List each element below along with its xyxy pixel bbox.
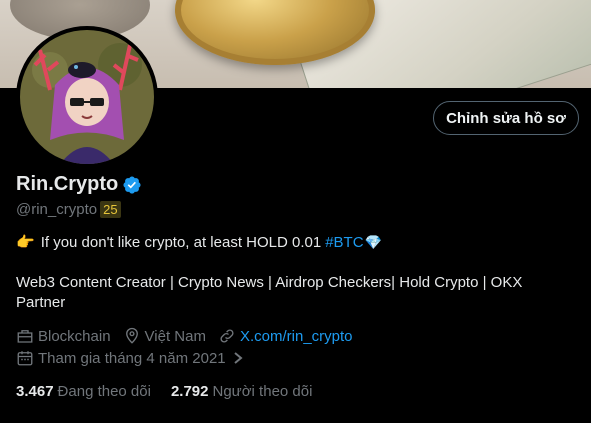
gem-icon: 💎 [364, 233, 382, 250]
profile-meta-row: Blockchain Việt Nam X.com/rin_crypto [16, 327, 365, 345]
handle: @rin_crypto [16, 201, 98, 218]
affiliate-badge[interactable]: 25 [100, 201, 121, 218]
bio-text: If you don't like crypto, at least HOLD … [40, 233, 322, 251]
display-name: Rin.Crypto [16, 173, 119, 195]
followers-count[interactable]: 2.792 [171, 383, 209, 400]
edit-profile-button[interactable]: Chỉnh sửa hồ sơ [433, 101, 579, 135]
bio-line-2: Web3 Content Creator | Crypto News | Air… [16, 274, 523, 311]
category-label: Blockchain [38, 327, 111, 345]
link-icon [220, 329, 234, 343]
profile-name-row: Rin.Crypto [16, 173, 142, 196]
following-label[interactable]: Đang theo dõi [58, 383, 151, 400]
followers-label[interactable]: Người theo dõi [213, 383, 313, 400]
chevron-right-icon [233, 352, 243, 364]
category-item: Blockchain [16, 327, 111, 345]
following-count[interactable]: 3.467 [16, 383, 54, 400]
avatar[interactable] [16, 26, 158, 168]
website-link[interactable]: X.com/rin_crypto [240, 328, 353, 345]
join-date-row[interactable]: Tham gia tháng 4 năm 2021 [16, 349, 248, 367]
location-pin-icon [125, 327, 138, 344]
website-item[interactable]: X.com/rin_crypto [218, 327, 353, 345]
follow-stats-row: 3.467 Đang theo dõi 2.792 Người theo dõi [16, 383, 332, 400]
hashtag-link[interactable]: #BTC [325, 234, 363, 251]
location-item: Việt Nam [123, 327, 206, 345]
briefcase-icon [17, 330, 33, 343]
handle-row: @rin_crypto 25 [16, 201, 121, 218]
calendar-icon [17, 351, 33, 366]
verified-badge-icon[interactable] [122, 175, 142, 195]
pointing-hand-icon: 👉 [16, 234, 35, 251]
location-label: Việt Nam [144, 327, 206, 345]
bio-line-1: 👉 If you don't like crypto, at least HOL… [16, 233, 382, 252]
join-date-label: Tham gia tháng 4 năm 2021 [38, 349, 226, 367]
